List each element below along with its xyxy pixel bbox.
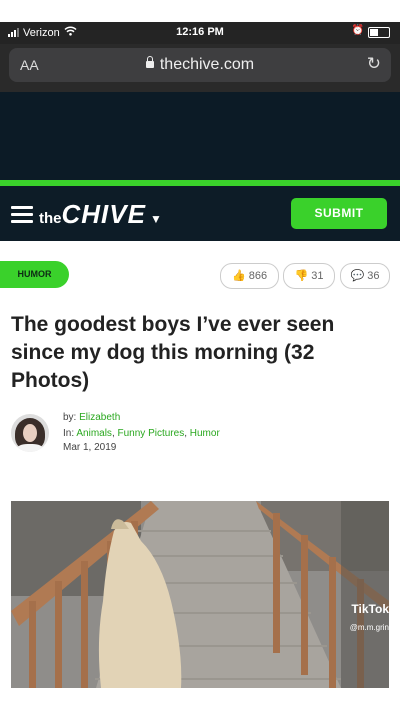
categories-line: In: Animals, Funny Pictures, Humor <box>63 428 220 439</box>
comment-count: 36 <box>367 270 380 282</box>
like-button[interactable]: 👍 866 <box>220 263 279 289</box>
dislike-button[interactable]: 👎 31 <box>283 263 335 289</box>
thumbs-up-icon: 👍 <box>231 270 246 282</box>
byline: by: Elizabeth <box>63 412 120 423</box>
menu-icon[interactable] <box>11 206 33 227</box>
url-text: thechive.com <box>159 56 255 73</box>
reload-icon[interactable]: ↻ <box>367 54 381 74</box>
chevron-down-icon[interactable]: ▼ <box>150 212 162 226</box>
status-bar-top <box>0 0 400 22</box>
status-bar: Verizon 12:16 PM ⏰ <box>0 22 400 44</box>
address-bar[interactable]: AA thechive.com ↻ <box>9 48 391 82</box>
tiktok-username: @m.m.grin <box>349 623 389 632</box>
article-photo[interactable]: TikTok @m.m.grin <box>11 501 389 688</box>
logo-chive: CHIVE <box>61 199 146 229</box>
logo-the: the <box>39 210 62 227</box>
lock-icon <box>145 56 154 68</box>
thumbs-down-icon: 👎 <box>294 270 309 282</box>
dislike-count: 31 <box>311 270 324 282</box>
category-link-humor[interactable]: Humor <box>190 428 220 439</box>
like-count: 866 <box>248 270 268 282</box>
battery-icon <box>368 27 390 38</box>
in-prefix: In: <box>63 428 75 439</box>
author-link[interactable]: Elizabeth <box>79 412 120 423</box>
tiktok-watermark: TikTok <box>351 602 389 616</box>
category-link-funny-pictures[interactable]: Funny Pictures <box>118 428 185 439</box>
site-header: theCHIVE ▼ SUBMIT <box>0 186 400 241</box>
ad-banner <box>0 92 400 180</box>
category-link-animals[interactable]: Animals <box>76 428 112 439</box>
comments-button[interactable]: 💬 36 <box>340 263 390 289</box>
url-display[interactable]: thechive.com <box>9 56 391 74</box>
browser-toolbar: AA thechive.com ↻ <box>0 44 400 92</box>
article-title: The goodest boys I’ve ever seen since my… <box>11 313 335 392</box>
dog-on-stairs-image <box>11 501 389 688</box>
site-logo[interactable]: theCHIVE ▼ <box>39 199 162 230</box>
avatar[interactable] <box>11 414 49 452</box>
alarm-icon: ⏰ <box>351 25 364 36</box>
clock: 12:16 PM <box>176 26 224 38</box>
by-prefix: by: <box>63 412 77 423</box>
category-tag[interactable]: HUMOR <box>0 261 69 288</box>
submit-button[interactable]: SUBMIT <box>291 198 387 229</box>
publish-date: Mar 1, 2019 <box>63 442 117 453</box>
comment-icon: 💬 <box>350 270 365 282</box>
